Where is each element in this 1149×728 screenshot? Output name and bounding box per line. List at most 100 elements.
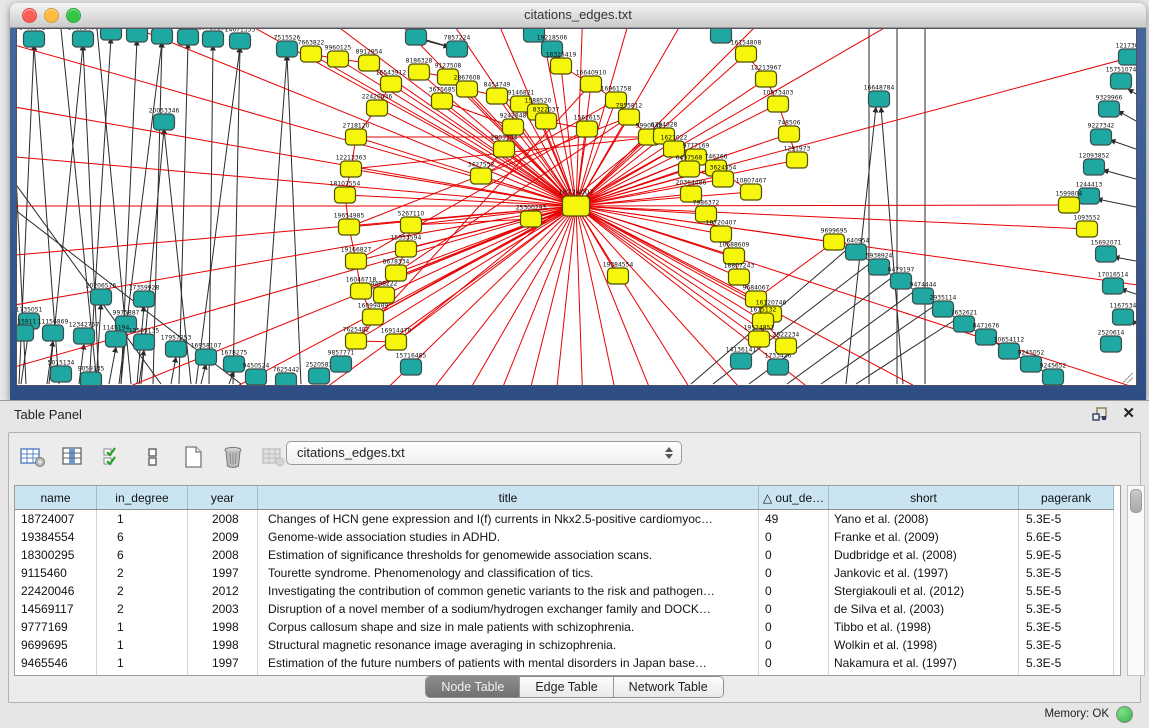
column-header-name[interactable]: name (15, 486, 97, 510)
teal-node[interactable] (1096, 246, 1117, 262)
cell-in_degree[interactable]: 2 (97, 582, 188, 600)
yellow-node[interactable] (381, 76, 402, 92)
teal-node[interactable] (999, 343, 1020, 359)
edge[interactable] (233, 47, 240, 384)
edge[interactable] (109, 347, 116, 384)
yellow-node[interactable] (521, 211, 542, 227)
cell-title[interactable]: Changes of HCN gene expression and I(f) … (258, 510, 759, 529)
edge[interactable] (287, 55, 301, 384)
cell-year[interactable]: 2012 (188, 582, 258, 600)
cell-short[interactable]: Tibbo et al. (1998) (829, 618, 1019, 636)
column-header-pagerank[interactable]: pagerank (1019, 486, 1114, 510)
cell-title[interactable]: Tourette syndrome. Phenomenology and cla… (258, 564, 759, 582)
yellow-node[interactable] (367, 100, 388, 116)
edge[interactable] (201, 364, 206, 384)
yellow-node[interactable] (503, 119, 524, 135)
cell-in_degree[interactable]: 6 (97, 528, 188, 546)
tab-node-table[interactable]: Node Table (426, 677, 520, 697)
table-row[interactable]: 2242004622012Investigating the contribut… (15, 582, 1114, 600)
table-select[interactable]: citations_edges.txt (286, 441, 682, 465)
teal-node[interactable] (954, 316, 975, 332)
edge[interactable] (209, 45, 213, 384)
edge[interactable] (406, 206, 576, 249)
teal-node[interactable] (869, 259, 890, 275)
edge[interactable] (196, 47, 240, 384)
teal-node[interactable] (406, 29, 427, 45)
yellow-node[interactable] (409, 64, 430, 80)
cell-name[interactable]: 9115460 (15, 564, 97, 582)
cell-out_de[interactable]: 0 (759, 564, 829, 582)
yellow-node[interactable] (779, 126, 800, 142)
teal-node[interactable] (106, 331, 127, 347)
teal-node[interactable] (73, 31, 94, 47)
cell-name[interactable]: 9777169 (15, 618, 97, 636)
yellow-node[interactable] (386, 334, 407, 350)
teal-node[interactable] (276, 373, 297, 385)
yellow-node[interactable] (328, 51, 349, 67)
yellow-node[interactable] (432, 93, 453, 109)
yellow-node[interactable] (787, 152, 808, 168)
cell-name[interactable]: 22420046 (15, 582, 97, 600)
table-row[interactable]: 911546021997Tourette syndrome. Phenomeno… (15, 564, 1114, 582)
yellow-node[interactable] (346, 333, 367, 349)
column-header-short[interactable]: short (829, 486, 1019, 510)
teal-node[interactable] (277, 41, 298, 57)
citation-network-graph[interactable]: 1405572420691406105532871065328715276026… (17, 29, 1136, 385)
cell-title[interactable]: Disruption of a novel member of a sodium… (258, 600, 759, 618)
table-row[interactable]: 946554611997Estimation of the future num… (15, 654, 1114, 672)
cell-pagerank[interactable]: 5.9E-5 (1019, 546, 1114, 564)
column-header-year[interactable]: year (188, 486, 258, 510)
yellow-node[interactable] (608, 268, 629, 284)
yellow-node[interactable] (776, 338, 797, 354)
cell-pagerank[interactable]: 5.3E-5 (1019, 618, 1114, 636)
cell-year[interactable]: 2009 (188, 528, 258, 546)
edge[interactable] (576, 29, 1136, 206)
cell-name[interactable]: 9465546 (15, 654, 97, 672)
teal-node[interactable] (196, 349, 217, 365)
cell-title[interactable]: Corpus callosum shape and size in male p… (258, 618, 759, 636)
edge[interactable] (1118, 111, 1136, 121)
cell-name[interactable]: 9699695 (15, 636, 97, 654)
table-scrollbar-thumb[interactable] (1130, 489, 1142, 513)
show-columns-button[interactable] (59, 444, 87, 470)
yellow-node[interactable] (374, 287, 395, 303)
edge[interactable] (576, 206, 1087, 229)
yellow-node[interactable] (351, 283, 372, 299)
new-column-button[interactable] (179, 444, 207, 470)
column-header-in_degree[interactable]: in_degree (97, 486, 188, 510)
canvas-resize-grip[interactable] (1123, 373, 1133, 383)
cell-out_de[interactable]: 0 (759, 618, 829, 636)
edge[interactable] (576, 29, 1136, 206)
cell-pagerank[interactable]: 5.3E-5 (1019, 654, 1114, 672)
yellow-node[interactable] (768, 96, 789, 112)
edge[interactable] (171, 357, 176, 384)
edge[interactable] (1110, 140, 1136, 149)
cell-out_de[interactable]: 0 (759, 600, 829, 618)
cell-in_degree[interactable]: 1 (97, 654, 188, 672)
yellow-node[interactable] (756, 71, 777, 87)
yellow-node[interactable] (711, 226, 732, 242)
yellow-node[interactable] (457, 81, 478, 97)
cell-out_de[interactable]: 49 (759, 510, 829, 529)
teal-node[interactable] (246, 369, 267, 385)
teal-node[interactable] (127, 29, 148, 42)
teal-node[interactable] (154, 114, 175, 130)
teal-node[interactable] (17, 325, 34, 341)
cell-year[interactable]: 1997 (188, 654, 258, 672)
edge[interactable] (576, 205, 1069, 206)
memory-status-icon[interactable] (1116, 706, 1133, 723)
yellow-node[interactable] (1077, 221, 1098, 237)
teal-node[interactable] (331, 356, 352, 372)
teal-node[interactable] (711, 29, 732, 43)
column-header-out_de[interactable]: △ out_de… (759, 486, 829, 510)
yellow-node[interactable] (679, 161, 700, 177)
teal-node[interactable] (101, 29, 122, 40)
yellow-node[interactable] (1059, 197, 1080, 213)
yellow-node[interactable] (736, 46, 757, 62)
float-panel-icon[interactable] (1092, 406, 1108, 422)
yellow-node[interactable] (563, 196, 590, 216)
cell-title[interactable]: Estimation of significance thresholds fo… (258, 546, 759, 564)
edge[interactable] (263, 55, 287, 384)
teal-node[interactable] (43, 325, 64, 341)
table-row[interactable]: 1872400712008Changes of HCN gene express… (15, 510, 1114, 529)
